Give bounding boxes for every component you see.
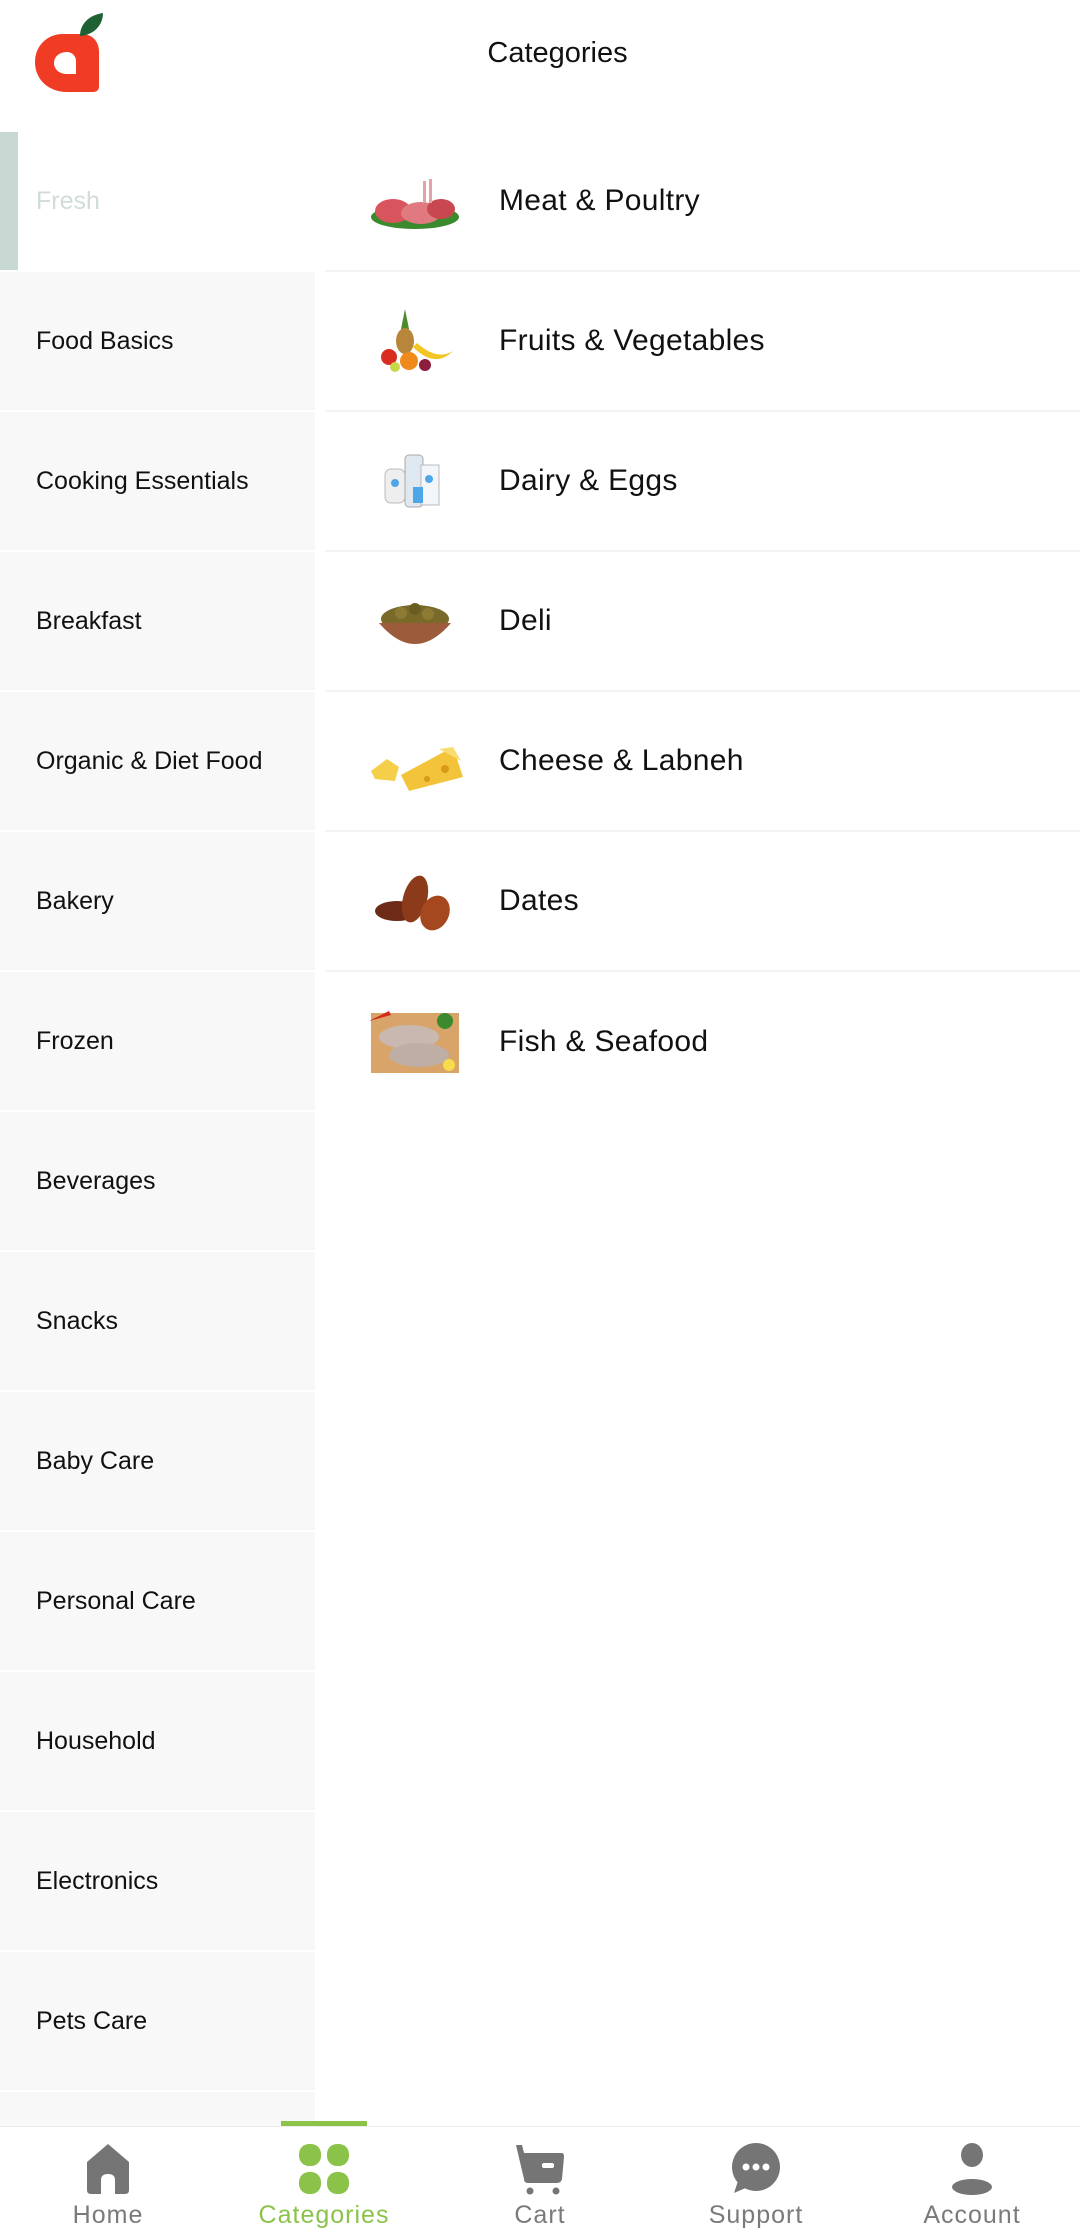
sidebar-item-partial[interactable]: [0, 2092, 315, 2126]
sidebar-item-pets-care[interactable]: Pets Care: [0, 1952, 315, 2090]
sidebar-item-breakfast[interactable]: Breakfast: [0, 552, 315, 690]
header: Categories: [0, 0, 1080, 132]
selected-indicator: [0, 132, 18, 270]
subcategory-label: Fish & Seafood: [499, 1025, 709, 1058]
subcategory-item[interactable]: Meat & Poultry: [325, 132, 1080, 272]
subcategory-item[interactable]: Fruits & Vegetables: [325, 272, 1080, 412]
chat-bubble-icon: [732, 2143, 780, 2193]
sidebar-item-label: Bakery: [36, 886, 114, 915]
sidebar-item-cooking-essentials[interactable]: Cooking Essentials: [0, 412, 315, 550]
sidebar-item-label: Food Basics: [36, 326, 174, 355]
tab-label: Cart: [514, 2201, 566, 2229]
sidebar-item-label: Cooking Essentials: [36, 466, 249, 495]
dates-image: [375, 875, 450, 931]
fruits-image: [381, 309, 453, 372]
sidebar-item-baby-care[interactable]: Baby Care: [0, 1392, 315, 1530]
sidebar-item-electronics[interactable]: Electronics: [0, 1812, 315, 1950]
sidebar-item-label: Snacks: [36, 1306, 118, 1335]
sidebar-item-label: Organic & Diet Food: [36, 746, 263, 775]
bottom-navigation: Home Categories Cart Support Account: [0, 2126, 1080, 2239]
sidebar-item-label: Electronics: [36, 1866, 159, 1895]
cheese-image: [371, 747, 463, 791]
sidebar-item-label: Beverages: [36, 1166, 156, 1195]
sidebar-item-label: Breakfast: [36, 606, 142, 635]
tab-label: Home: [72, 2201, 144, 2229]
tab-categories[interactable]: Categories: [216, 2127, 432, 2239]
subcategory-label: Meat & Poultry: [499, 184, 700, 217]
tab-label: Categories: [258, 2201, 390, 2229]
tab-account[interactable]: Account: [864, 2127, 1080, 2239]
dairy-image: [384, 454, 440, 508]
subcategory-label: Fruits & Vegetables: [499, 324, 765, 357]
tab-label: Support: [708, 2201, 804, 2229]
subcategory-item[interactable]: Deli: [325, 552, 1080, 692]
subcategory-list: Meat & Poultry Fruits & Vegetables Dairy…: [315, 132, 1080, 2126]
subcategory-label: Cheese & Labneh: [499, 744, 744, 777]
meat-image: [371, 179, 459, 229]
olives-bowl-image: [379, 603, 451, 644]
sidebar-item-personal-care[interactable]: Personal Care: [0, 1532, 315, 1670]
subcategory-item[interactable]: Dates: [325, 832, 1080, 972]
person-icon: [952, 2143, 992, 2195]
sidebar-item-frozen[interactable]: Frozen: [0, 972, 315, 1110]
sidebar-item-label: Frozen: [36, 1026, 114, 1055]
cart-icon: [516, 2145, 564, 2195]
sidebar-item-label: Baby Care: [36, 1446, 155, 1475]
sidebar-item-organic-diet-food[interactable]: Organic & Diet Food: [0, 692, 315, 830]
tab-label: Account: [923, 2201, 1021, 2229]
subcategory-label: Deli: [499, 604, 552, 637]
sidebar-item-label: Pets Care: [36, 2006, 148, 2035]
fish-image: [369, 1011, 459, 1073]
sidebar-item-fresh[interactable]: Fresh: [0, 132, 315, 270]
sidebar-item-label: Fresh: [36, 186, 100, 215]
subcategory-item[interactable]: Fish & Seafood: [325, 972, 1080, 1112]
sidebar-item-beverages[interactable]: Beverages: [0, 1112, 315, 1250]
tab-support[interactable]: Support: [648, 2127, 864, 2239]
sidebar-item-household[interactable]: Household: [0, 1672, 315, 1810]
sidebar-item-bakery[interactable]: Bakery: [0, 832, 315, 970]
subcategory-item[interactable]: Cheese & Labneh: [325, 692, 1080, 832]
sidebar-item-label: Personal Care: [36, 1586, 196, 1615]
category-sidebar[interactable]: Fresh Food Basics Cooking Essentials Bre…: [0, 132, 315, 2126]
sidebar-item-food-basics[interactable]: Food Basics: [0, 272, 315, 410]
sidebar-item-snacks[interactable]: Snacks: [0, 1252, 315, 1390]
tab-home[interactable]: Home: [0, 2127, 216, 2239]
subcategory-item[interactable]: Dairy & Eggs: [325, 412, 1080, 552]
page-title: Categories: [487, 37, 628, 69]
grid-icon: [299, 2144, 349, 2194]
subcategory-label: Dates: [499, 884, 579, 917]
sidebar-item-label: Household: [36, 1726, 156, 1755]
home-icon: [87, 2144, 129, 2194]
tab-cart[interactable]: Cart: [432, 2127, 648, 2239]
subcategory-label: Dairy & Eggs: [499, 464, 678, 497]
